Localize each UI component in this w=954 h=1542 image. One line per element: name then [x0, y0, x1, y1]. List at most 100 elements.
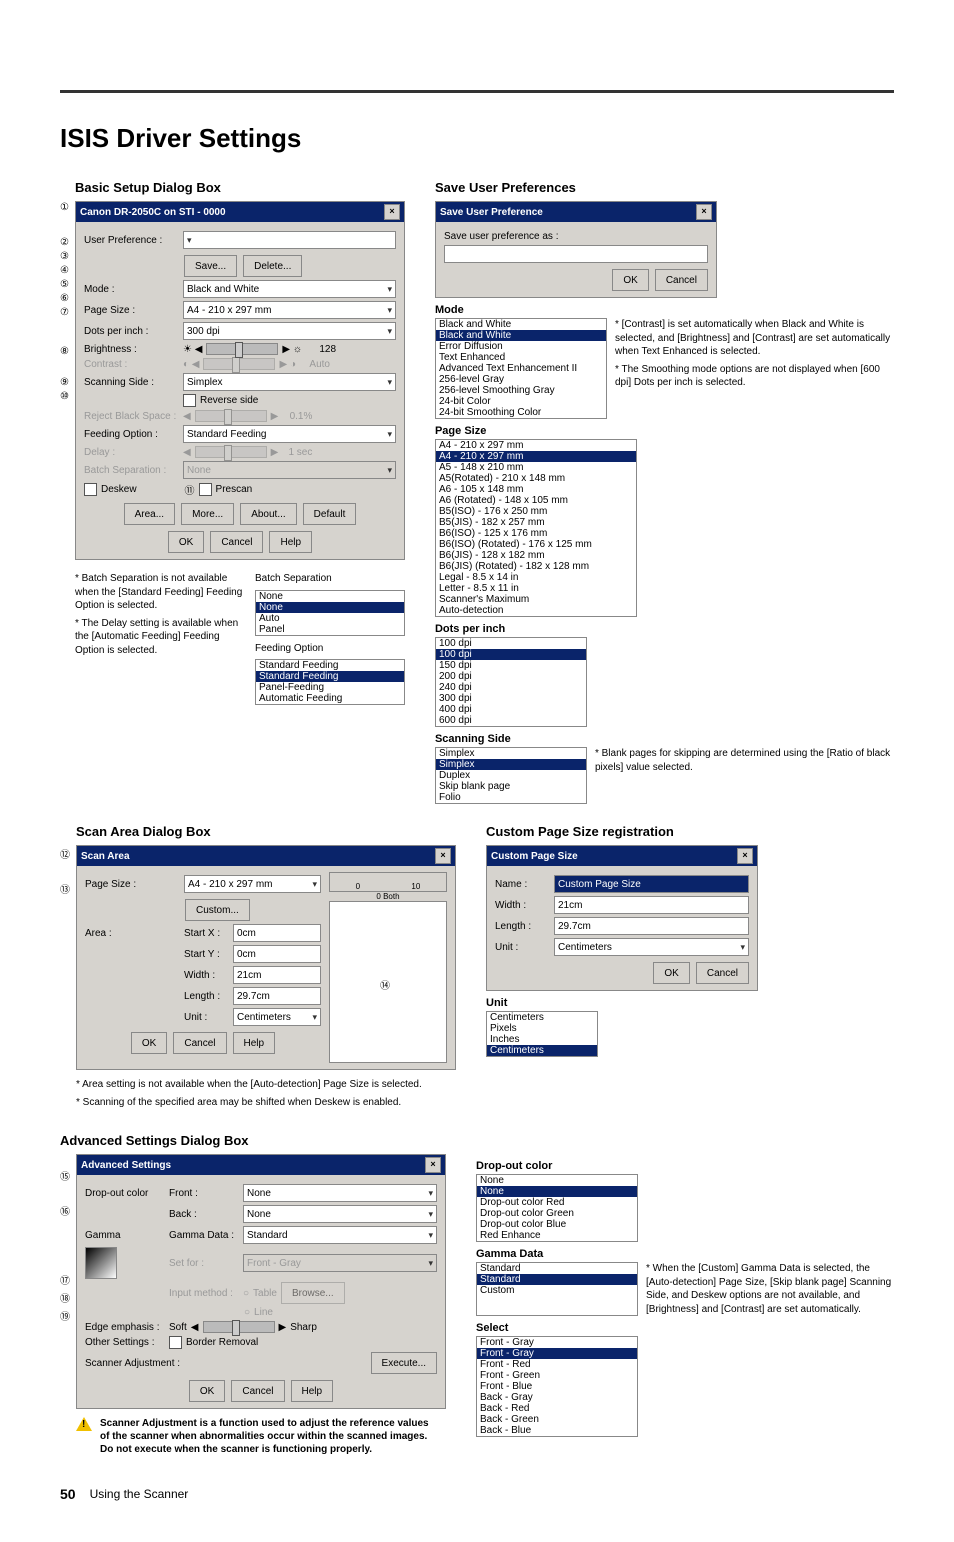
- about-button[interactable]: About...: [240, 503, 296, 525]
- brightness-slider[interactable]: [206, 343, 278, 355]
- ruler-horizontal: 010: [329, 872, 447, 892]
- label-delay: Delay :: [84, 447, 179, 458]
- dropout-front-dropdown[interactable]: None: [243, 1184, 437, 1202]
- pagesize-dropdown[interactable]: A4 - 210 x 297 mm: [183, 301, 396, 319]
- scanarea-heading: Scan Area Dialog Box: [76, 824, 456, 839]
- length-input[interactable]: 29.7cm: [233, 987, 321, 1005]
- footer-text: Using the Scanner: [90, 1487, 189, 1501]
- ok-button[interactable]: OK: [131, 1032, 167, 1054]
- label-reject: Reject Black Space :: [84, 411, 179, 422]
- cancel-button[interactable]: Cancel: [173, 1032, 226, 1054]
- delay-slider: [195, 446, 267, 458]
- dropout-back-dropdown[interactable]: None: [243, 1205, 437, 1223]
- close-icon[interactable]: ×: [737, 848, 753, 864]
- dropout-listbox[interactable]: None None Drop-out color Red Drop-out co…: [476, 1174, 638, 1242]
- batch-listbox[interactable]: None None Auto Panel: [255, 590, 405, 636]
- custom-button[interactable]: Custom...: [185, 899, 250, 921]
- dpi-listbox[interactable]: 100 dpi 100 dpi 150 dpi 200 dpi 240 dpi …: [435, 637, 587, 727]
- label-batchsep: Batch Separation :: [84, 465, 179, 476]
- label-mode: Mode :: [84, 284, 179, 295]
- label-contrast: Contrast :: [84, 359, 179, 370]
- label-userpref: User Preference :: [84, 235, 179, 246]
- label-scanside: Scanning Side :: [84, 377, 179, 388]
- label-dpi: Dots per inch :: [84, 326, 179, 337]
- reject-slider: [195, 410, 267, 422]
- unit-listbox[interactable]: Centimeters Pixels Inches Centimeters: [486, 1011, 598, 1057]
- mode-dropdown[interactable]: Black and White: [183, 280, 396, 298]
- feed-listbox[interactable]: Standard Feeding Standard Feeding Panel-…: [255, 659, 405, 705]
- custom-length-input[interactable]: 29.7cm: [554, 917, 749, 935]
- execute-button[interactable]: Execute...: [371, 1352, 437, 1374]
- startx-input[interactable]: 0cm: [233, 924, 321, 942]
- ok-button[interactable]: OK: [168, 531, 204, 553]
- dpi-dropdown[interactable]: 300 dpi: [183, 322, 396, 340]
- preview-area: ⑭: [329, 901, 447, 1063]
- gamma-dropdown[interactable]: Standard: [243, 1226, 437, 1244]
- area-button[interactable]: Area...: [124, 503, 175, 525]
- save-button[interactable]: Save...: [184, 255, 237, 277]
- advanced-dialog: Advanced Settings× Drop-out color Front …: [76, 1154, 446, 1409]
- page-number: 50: [60, 1486, 76, 1502]
- help-button[interactable]: Help: [291, 1380, 334, 1402]
- cancel-button[interactable]: Cancel: [231, 1380, 284, 1402]
- custom-unit-dropdown[interactable]: Centimeters: [554, 938, 749, 956]
- note-delay: * The Delay setting is available when th…: [75, 617, 245, 658]
- unit-dropdown[interactable]: Centimeters: [233, 1008, 321, 1026]
- default-button[interactable]: Default: [303, 503, 357, 525]
- advanced-heading: Advanced Settings Dialog Box: [60, 1133, 894, 1148]
- browse-button: Browse...: [281, 1282, 345, 1304]
- customsize-dialog: Custom Page Size× Name : Custom Page Siz…: [486, 845, 758, 991]
- annotation-numbers: ① ② ③ ④ ⑤ ⑥ ⑦ ⑧ ⑨ ⑩: [60, 202, 69, 804]
- label-feeding: Feeding Option :: [84, 429, 179, 440]
- batchsep-dropdown: None: [183, 461, 396, 479]
- label-deskew: Deskew: [101, 484, 137, 495]
- help-button[interactable]: Help: [269, 531, 312, 553]
- ok-button[interactable]: OK: [612, 269, 648, 291]
- edge-slider[interactable]: [203, 1321, 275, 1333]
- pagesize-listbox[interactable]: A4 - 210 x 297 mm A4 - 210 x 297 mm A5 -…: [435, 439, 637, 617]
- reverse-checkbox[interactable]: [183, 394, 196, 407]
- sa-pagesize-dropdown[interactable]: A4 - 210 x 297 mm: [184, 875, 321, 893]
- feeding-dropdown[interactable]: Standard Feeding: [183, 425, 396, 443]
- scanside-dropdown[interactable]: Simplex: [183, 373, 396, 391]
- border-checkbox[interactable]: [169, 1336, 182, 1349]
- mode-listbox[interactable]: Black and White Black and White Error Di…: [435, 318, 607, 419]
- dialog-title-text: Canon DR-2050C on STI - 0000: [80, 207, 226, 218]
- saveuser-input[interactable]: [444, 245, 708, 263]
- contrast-slider: [203, 358, 275, 370]
- more-button[interactable]: More...: [181, 503, 234, 525]
- basic-heading: Basic Setup Dialog Box: [75, 180, 405, 195]
- close-icon[interactable]: ×: [425, 1157, 441, 1173]
- help-button[interactable]: Help: [233, 1032, 276, 1054]
- label-reverse: Reverse side: [200, 395, 258, 406]
- ok-button[interactable]: OK: [653, 962, 689, 984]
- width-input[interactable]: 21cm: [233, 966, 321, 984]
- starty-input[interactable]: 0cm: [233, 945, 321, 963]
- gamma-preview: [85, 1247, 117, 1279]
- gamma-listbox[interactable]: Standard Standard Custom: [476, 1262, 638, 1316]
- prescan-checkbox[interactable]: [199, 483, 212, 496]
- cancel-button[interactable]: Cancel: [696, 962, 749, 984]
- close-icon[interactable]: ×: [384, 204, 400, 220]
- delete-button[interactable]: Delete...: [243, 255, 302, 277]
- cancel-button[interactable]: Cancel: [655, 269, 708, 291]
- label-pagesize: Page Size :: [84, 305, 179, 316]
- close-icon[interactable]: ×: [696, 204, 712, 220]
- saveuser-dialog: Save User Preference× Save user preferen…: [435, 201, 717, 298]
- deskew-checkbox[interactable]: [84, 483, 97, 496]
- custom-name-input[interactable]: Custom Page Size: [554, 875, 749, 893]
- ok-button[interactable]: OK: [189, 1380, 225, 1402]
- close-icon[interactable]: ×: [435, 848, 451, 864]
- warning-icon: [76, 1417, 92, 1431]
- setfor-dropdown: Front - Gray: [243, 1254, 437, 1272]
- scanside-listbox[interactable]: Simplex Simplex Duplex Skip blank page F…: [435, 747, 587, 804]
- saveuser-heading: Save User Preferences: [435, 180, 894, 195]
- userpref-dropdown[interactable]: [183, 231, 396, 249]
- cancel-button[interactable]: Cancel: [210, 531, 263, 553]
- select-listbox[interactable]: Front - Gray Front - Gray Front - Red Fr…: [476, 1336, 638, 1437]
- scanarea-dialog: Scan Area× Page Size : A4 - 210 x 297 mm…: [76, 845, 456, 1070]
- page-title: ISIS Driver Settings: [60, 123, 894, 154]
- note-batch: * Batch Separation is not available when…: [75, 572, 245, 613]
- custom-width-input[interactable]: 21cm: [554, 896, 749, 914]
- label-brightness: Brightness :: [84, 344, 179, 355]
